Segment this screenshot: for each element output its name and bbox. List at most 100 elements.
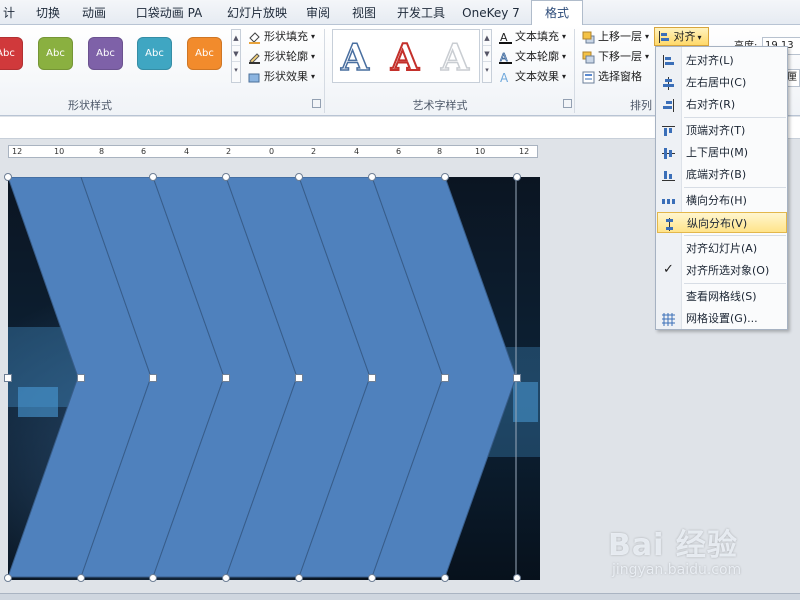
slide-canvas[interactable] xyxy=(8,177,540,580)
tab-onekey[interactable]: OneKey 7 xyxy=(458,4,524,24)
menu-item-distribute-horizontal[interactable]: 横向分布(H) xyxy=(657,190,787,211)
shape-styles-launcher-icon[interactable] xyxy=(312,99,321,108)
resize-handle[interactable] xyxy=(149,173,157,181)
text-outline-button[interactable]: A 文本轮廓 ▾ xyxy=(499,48,566,66)
menu-item-align-bottom[interactable]: 底端对齐(B) xyxy=(657,164,787,185)
send-backward-icon xyxy=(582,51,595,64)
gallery-more-icon[interactable]: ▾ xyxy=(232,62,240,78)
menu-item-grid-settings[interactable]: 网格设置(G)... xyxy=(657,308,787,329)
tab-format[interactable]: 格式 xyxy=(531,0,583,26)
tab-animations[interactable]: 动画 xyxy=(76,4,112,24)
tab-developer[interactable]: 开发工具 xyxy=(392,4,450,24)
menu-item-align-top[interactable]: 顶端对齐(T) xyxy=(657,120,787,141)
wordart-gallery-scroll[interactable]: ▲ ▼ ▾ xyxy=(482,29,492,83)
resize-handle[interactable] xyxy=(295,374,303,382)
ribbon-tab-bar: 计 切换 动画 口袋动画 PA 幻灯片放映 审阅 视图 开发工具 OneKey … xyxy=(0,0,800,26)
wordart-style-outline-blue[interactable]: A xyxy=(335,33,375,83)
resize-handle[interactable] xyxy=(295,574,303,582)
bring-forward-icon xyxy=(582,31,595,44)
menu-separator xyxy=(684,117,786,118)
resize-handle[interactable] xyxy=(513,374,521,382)
resize-handle[interactable] xyxy=(441,173,449,181)
gallery-down-icon[interactable]: ▼ xyxy=(483,46,491,62)
menu-item-align-left[interactable]: 左对齐(L) xyxy=(657,50,787,71)
align-left-icon xyxy=(662,54,675,68)
watermark-url: jingyan.baidu.com xyxy=(612,562,742,578)
menu-item-align-right[interactable]: 右对齐(R) xyxy=(657,94,787,115)
ruler-label: 2 xyxy=(311,147,317,156)
send-backward-button[interactable]: 下移一层 ▾ xyxy=(582,48,649,66)
ruler-label: 6 xyxy=(396,147,402,156)
resize-handle[interactable] xyxy=(4,173,12,181)
pencil-icon xyxy=(248,51,261,64)
text-fill-button[interactable]: A 文本填充 ▾ xyxy=(499,28,566,46)
paint-bucket-icon xyxy=(248,31,261,44)
resize-handle[interactable] xyxy=(149,374,157,382)
shape-style-swatch-teal[interactable]: Abc xyxy=(137,37,172,70)
tab-slideshow[interactable]: 幻灯片放映 xyxy=(222,4,292,24)
resize-handle[interactable] xyxy=(368,574,376,582)
selection-pane-icon xyxy=(582,71,595,84)
align-top-icon xyxy=(662,124,675,137)
menu-item-align-middle[interactable]: 上下居中(M) xyxy=(657,142,787,163)
resize-handle[interactable] xyxy=(513,574,521,582)
resize-handle[interactable] xyxy=(513,173,521,181)
resize-handle[interactable] xyxy=(149,574,157,582)
shape-styles-group-label: 形状样式 xyxy=(68,99,112,112)
distribute-horizontal-icon xyxy=(662,194,675,207)
resize-handle[interactable] xyxy=(368,173,376,181)
resize-handle[interactable] xyxy=(77,374,85,382)
wordart-style-outline-gray[interactable]: A xyxy=(435,33,475,83)
resize-handle[interactable] xyxy=(77,574,85,582)
selection-pane-button[interactable]: 选择窗格 xyxy=(582,68,642,86)
menu-item-align-selected-objects[interactable]: ✓ 对齐所选对象(O) xyxy=(657,260,787,281)
resize-handle[interactable] xyxy=(222,173,230,181)
resize-handle[interactable] xyxy=(4,574,12,582)
svg-text:A: A xyxy=(500,71,509,84)
shape-fill-button[interactable]: 形状填充 ▾ xyxy=(248,28,315,46)
tab-transitions[interactable]: 切换 xyxy=(30,4,66,24)
tab-pocket-animation[interactable]: 口袋动画 PA xyxy=(124,4,214,24)
gallery-up-icon[interactable]: ▲ xyxy=(483,30,491,46)
menu-item-align-center[interactable]: 左右居中(C) xyxy=(657,72,787,93)
shape-effects-button[interactable]: 形状效果 ▾ xyxy=(248,68,315,86)
resize-handle[interactable] xyxy=(441,374,449,382)
gallery-down-icon[interactable]: ▼ xyxy=(232,46,240,62)
text-fill-icon: A xyxy=(499,31,512,44)
status-bar xyxy=(0,593,800,600)
resize-handle[interactable] xyxy=(295,173,303,181)
grid-icon xyxy=(662,312,675,326)
menu-separator xyxy=(684,283,786,284)
gallery-up-icon[interactable]: ▲ xyxy=(232,30,240,46)
shape-style-gallery-scroll[interactable]: ▲ ▼ ▾ xyxy=(231,29,241,83)
text-effects-button[interactable]: A 文本效果 ▾ xyxy=(499,68,566,86)
align-right-icon xyxy=(662,98,675,112)
wordart-launcher-icon[interactable] xyxy=(563,99,572,108)
tab-design-partial[interactable]: 计 xyxy=(0,4,18,24)
resize-handle[interactable] xyxy=(222,574,230,582)
wordart-group-label: 艺术字样式 xyxy=(412,99,468,112)
align-dropdown-menu: 左对齐(L) 左右居中(C) 右对齐(R) 顶端对齐(T) 上下居中(M) 底端… xyxy=(655,46,788,330)
menu-item-distribute-vertical[interactable]: 纵向分布(V) xyxy=(657,212,787,233)
align-dropdown-button[interactable]: 对齐 ▾ xyxy=(654,27,709,46)
shape-style-swatch-green[interactable]: Abc xyxy=(38,37,73,70)
resize-handle[interactable] xyxy=(368,374,376,382)
menu-item-view-gridlines[interactable]: 查看网格线(S) xyxy=(657,286,787,307)
shape-style-swatch-purple[interactable]: Abc xyxy=(88,37,123,70)
shape-style-swatch-orange[interactable]: Abc xyxy=(187,37,222,70)
bring-forward-button[interactable]: 上移一层 ▾ xyxy=(582,28,649,46)
tab-view[interactable]: 视图 xyxy=(346,4,382,24)
ruler-label: 0 xyxy=(269,147,275,156)
ruler-label: 4 xyxy=(354,147,360,156)
resize-handle[interactable] xyxy=(222,374,230,382)
align-bottom-icon xyxy=(662,168,675,181)
width-input-partial[interactable]: 厘米 xyxy=(786,69,800,87)
resize-handle[interactable] xyxy=(4,374,12,382)
wordart-style-outline-red[interactable]: A xyxy=(385,33,425,83)
gallery-more-icon[interactable]: ▾ xyxy=(483,62,491,78)
shape-outline-button[interactable]: 形状轮廓 ▾ xyxy=(248,48,315,66)
menu-item-align-to-slide[interactable]: 对齐幻灯片(A) xyxy=(657,238,787,259)
resize-handle[interactable] xyxy=(441,574,449,582)
shape-style-swatch-red[interactable]: Abc xyxy=(0,37,23,70)
tab-review[interactable]: 审阅 xyxy=(300,4,336,24)
